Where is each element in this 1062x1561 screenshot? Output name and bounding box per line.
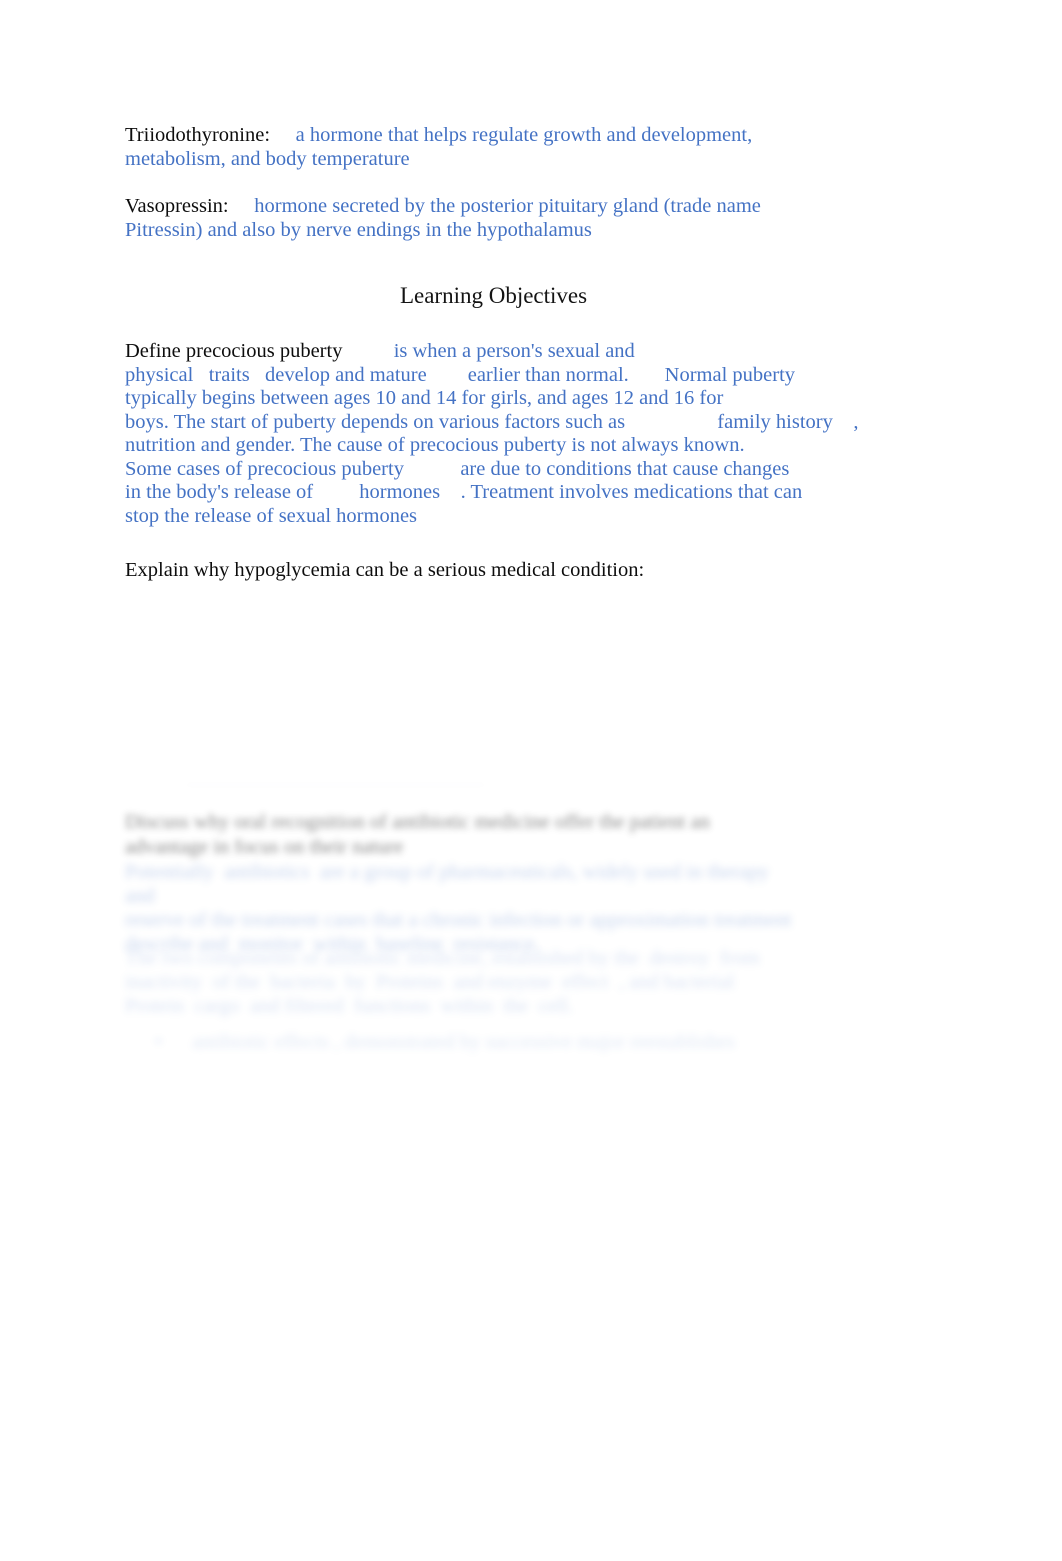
objective-precocious-puberty: Define precocious puberty is when a pers… <box>125 340 955 528</box>
glossary-entry-triiodothyronine: Triiodothyronine: a hormone that helps r… <box>125 124 955 171</box>
objective-answer-text: is when a person's sexual and physical t… <box>125 340 859 527</box>
glossary-entry-vasopressin: Vasopressin: hormone secreted by the pos… <box>125 195 955 242</box>
objective-hypoglycemia-prompt: Explain why hypoglycemia can be a seriou… <box>125 559 645 581</box>
document-page: Triiodothyronine: a hormone that helps r… <box>0 0 1062 1561</box>
bullet-dot-icon: • <box>155 1031 163 1053</box>
glossary-term-label: Triiodothyronine: <box>125 124 271 146</box>
faded-rule-line: ........................................… <box>186 778 616 785</box>
faded-rule-text: ........................................… <box>186 778 616 785</box>
obscured-bullet-item: • antibiotic effects , demonstrated by su… <box>155 1030 795 1054</box>
document-content: Triiodothyronine: a hormone that helps r… <box>125 124 955 583</box>
obscured-heading: Discuss why oral recognition of antibiot… <box>125 811 710 858</box>
obscured-paragraph-1: Potentially antibiotics are a group of p… <box>125 861 792 955</box>
obscured-paragraph-2: The two components of antibiotic medicin… <box>125 947 760 1017</box>
obscured-bullet-text: antibiotic effects , demonstrated by suc… <box>192 1031 735 1053</box>
section-heading-learning-objectives: Learning Objectives <box>399 283 588 308</box>
glossary-term-label: Vasopressin: <box>125 195 229 217</box>
objective-prompt-label: Define precocious puberty <box>125 340 343 362</box>
